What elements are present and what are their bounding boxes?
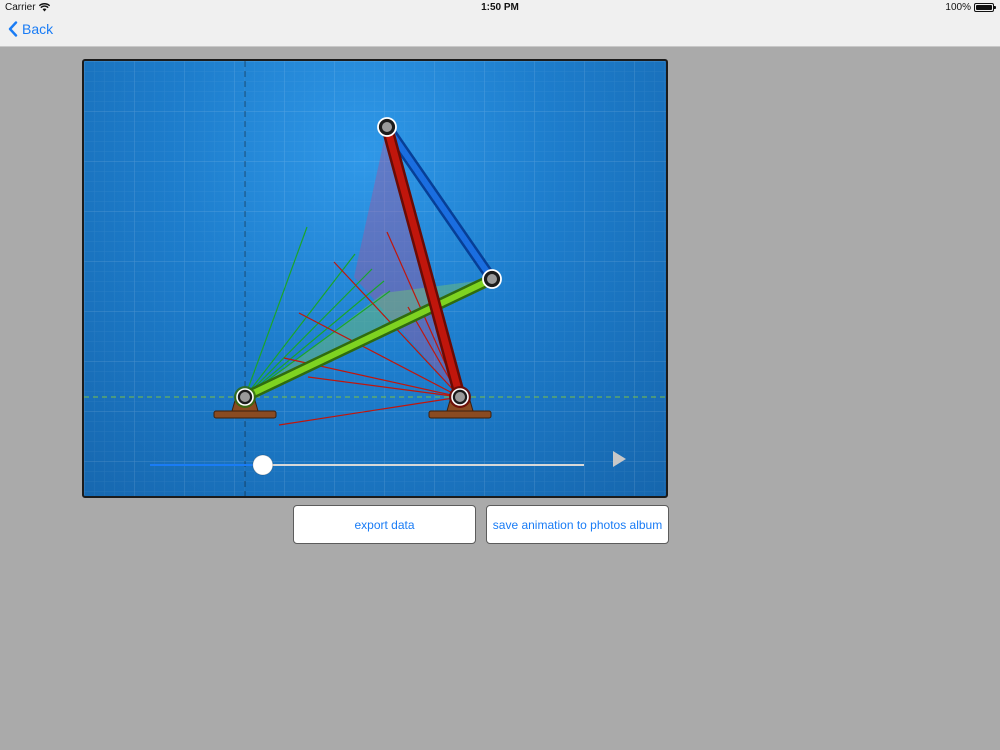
back-button[interactable]: Back	[8, 21, 53, 37]
battery-percent: 100%	[945, 2, 971, 13]
battery-status: 100%	[945, 2, 996, 13]
navigation-bar: Back	[0, 16, 1000, 47]
play-button[interactable]	[604, 445, 634, 475]
export-data-label: export data	[354, 517, 415, 532]
slider-thumb[interactable]	[252, 454, 274, 476]
ground-pivot-left[interactable]	[234, 386, 256, 408]
battery-icon	[974, 3, 996, 12]
status-bar: Carrier 1:50 PM 100%	[0, 0, 1000, 16]
save-animation-button[interactable]: save animation to photos album	[486, 505, 669, 544]
coupler-joint[interactable]	[482, 269, 502, 289]
save-animation-label: save animation to photos album	[492, 517, 663, 532]
ground-pivot-right[interactable]	[449, 386, 471, 408]
clock: 1:50 PM	[481, 2, 519, 13]
linkage-canvas[interactable]	[82, 59, 668, 498]
export-data-button[interactable]: export data	[293, 505, 476, 544]
chevron-left-icon	[8, 21, 18, 37]
top-joint[interactable]	[377, 117, 397, 137]
back-label: Back	[22, 21, 54, 37]
